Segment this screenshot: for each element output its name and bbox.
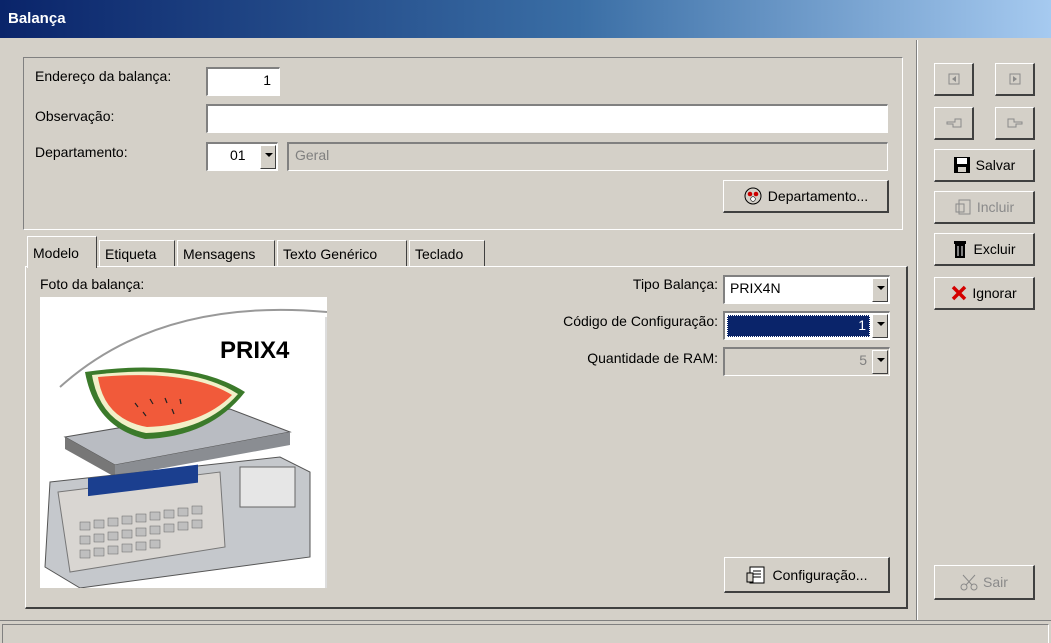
tipo-select[interactable]: PRIX4N: [723, 275, 890, 304]
insert-document-icon: [955, 199, 971, 215]
sair-label: Sair: [983, 574, 1008, 590]
departamento-label: Departamento:: [35, 144, 128, 160]
tab-texto-generico[interactable]: Texto Genérico: [277, 240, 407, 266]
tab-teclado[interactable]: Teclado: [409, 240, 485, 266]
next-record-button[interactable]: [995, 63, 1035, 96]
codigo-select[interactable]: 1: [723, 311, 890, 340]
chevron-down-icon[interactable]: [872, 350, 888, 374]
observacao-field[interactable]: [206, 104, 888, 133]
window-title: Balança: [8, 10, 66, 27]
trash-icon: [954, 241, 967, 258]
incluir-label: Incluir: [976, 199, 1015, 215]
tab-texto-generico-label: Texto Genérico: [283, 245, 378, 262]
tab-etiqueta[interactable]: Etiqueta: [99, 240, 175, 266]
departamento-name-field: Geral: [287, 142, 888, 171]
tipo-value: PRIX4N: [730, 280, 781, 296]
sidebar-divider: [916, 40, 918, 620]
tab-etiqueta-label: Etiqueta: [105, 245, 157, 262]
excluir-button[interactable]: Excluir: [934, 233, 1035, 266]
departamento-name-value: Geral: [295, 147, 330, 163]
salvar-button[interactable]: Salvar: [934, 149, 1035, 182]
ignorar-label: Ignorar: [972, 285, 1017, 301]
codigo-label: Código de Configuração:: [563, 313, 718, 329]
endereco-value: 1: [263, 72, 271, 88]
palette-icon: [744, 187, 762, 205]
tab-mensagens-label: Mensagens: [183, 245, 256, 262]
prev-record-button[interactable]: [934, 63, 974, 96]
foto-label: Foto da balança:: [40, 276, 145, 292]
ram-select[interactable]: 5: [723, 347, 890, 376]
floppy-icon: [953, 157, 970, 173]
codigo-selection: 1: [727, 315, 870, 337]
ram-label: Quantidade de RAM:: [587, 350, 718, 366]
chevron-down-icon[interactable]: [872, 278, 888, 302]
tipo-label: Tipo Balança:: [632, 276, 718, 292]
tab-teclado-label: Teclado: [415, 245, 464, 262]
tab-modelo-label: Modelo: [33, 244, 79, 261]
tab-modelo[interactable]: Modelo: [27, 236, 97, 268]
hand-left-icon: [946, 118, 961, 128]
departamento-code-value: 01: [230, 147, 246, 163]
configuracao-button[interactable]: Configuração...: [724, 557, 890, 593]
incluir-button[interactable]: Incluir: [934, 191, 1035, 224]
red-x-icon: [952, 285, 967, 301]
excluir-label: Excluir: [973, 241, 1016, 257]
chevron-down-icon[interactable]: [872, 314, 888, 338]
last-record-icon: [1009, 73, 1020, 85]
point-left-button[interactable]: [934, 107, 974, 140]
photo-brand-text: PRIX4: [220, 337, 290, 364]
departamento-code-select[interactable]: 01: [206, 142, 278, 171]
first-record-icon: [948, 73, 959, 85]
departamento-button[interactable]: Departamento...: [723, 180, 889, 213]
status-cell: [2, 624, 1049, 643]
observacao-label: Observação:: [35, 108, 115, 124]
scale-photo: PRIX4: [40, 297, 327, 588]
chevron-down-icon[interactable]: [260, 145, 276, 169]
status-bar: [0, 620, 1051, 643]
point-right-button[interactable]: [995, 107, 1035, 140]
tab-mensagens[interactable]: Mensagens: [177, 240, 275, 266]
ram-value: 5: [859, 352, 867, 368]
salvar-label: Salvar: [975, 157, 1016, 173]
hand-right-icon: [1007, 118, 1022, 128]
config-document-icon: [746, 566, 765, 583]
configuracao-button-label: Configuração...: [772, 566, 868, 583]
sair-button[interactable]: Sair: [934, 565, 1035, 600]
codigo-value: 1: [858, 317, 866, 333]
title-bar: Balança: [0, 0, 1051, 38]
scissors-icon: [960, 574, 978, 591]
departamento-button-label: Departamento...: [767, 188, 869, 204]
endereco-label: Endereço da balança:: [35, 68, 172, 84]
endereco-field[interactable]: 1: [206, 67, 280, 96]
ignorar-button[interactable]: Ignorar: [934, 277, 1035, 310]
